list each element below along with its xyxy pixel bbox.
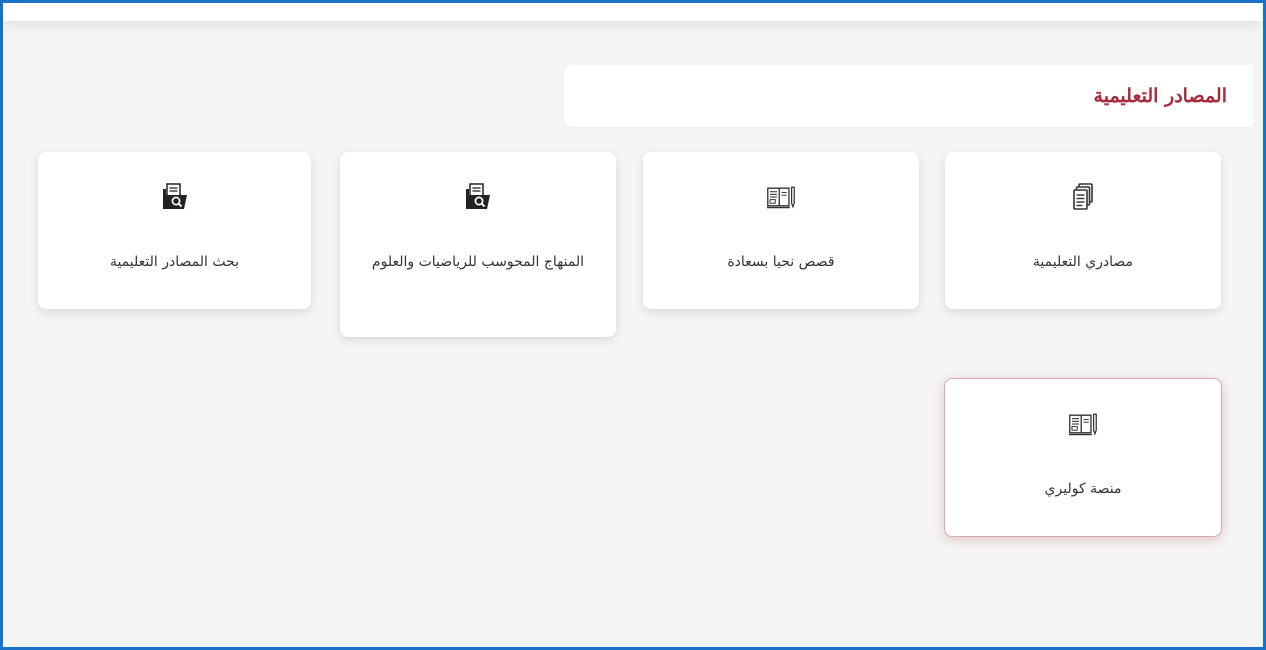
card-label: المنهاج المحوسب للرياضيات والعلوم (371, 254, 585, 270)
card-collibri-platform[interactable]: منصة كوليري (944, 378, 1222, 537)
book-pencil-icon (1068, 409, 1098, 439)
section-header: المصادر التعليمية (564, 65, 1253, 127)
app-frame: المصادر التعليمية مصادري التعليمية قصص ن… (0, 0, 1266, 650)
card-search-resources[interactable]: بحث المصادر التعليمية (38, 152, 311, 309)
card-my-resources[interactable]: مصادري التعليمية (945, 152, 1221, 309)
folder-search-icon (463, 182, 493, 212)
book-pencil-icon (766, 182, 796, 212)
card-computerized-curriculum[interactable]: المنهاج المحوسب للرياضيات والعلوم (340, 152, 616, 337)
folder-search-icon (160, 182, 190, 212)
card-label: بحث المصادر التعليمية (109, 254, 240, 270)
card-stories[interactable]: قصص نحيا بسعادة (643, 152, 919, 309)
card-label: مصادري التعليمية (1032, 254, 1134, 270)
card-label: قصص نحيا بسعادة (727, 254, 835, 270)
card-label: منصة كوليري (1044, 481, 1122, 497)
top-bar (3, 3, 1263, 21)
documents-stack-icon (1068, 182, 1098, 212)
section-title: المصادر التعليمية (1093, 85, 1227, 107)
